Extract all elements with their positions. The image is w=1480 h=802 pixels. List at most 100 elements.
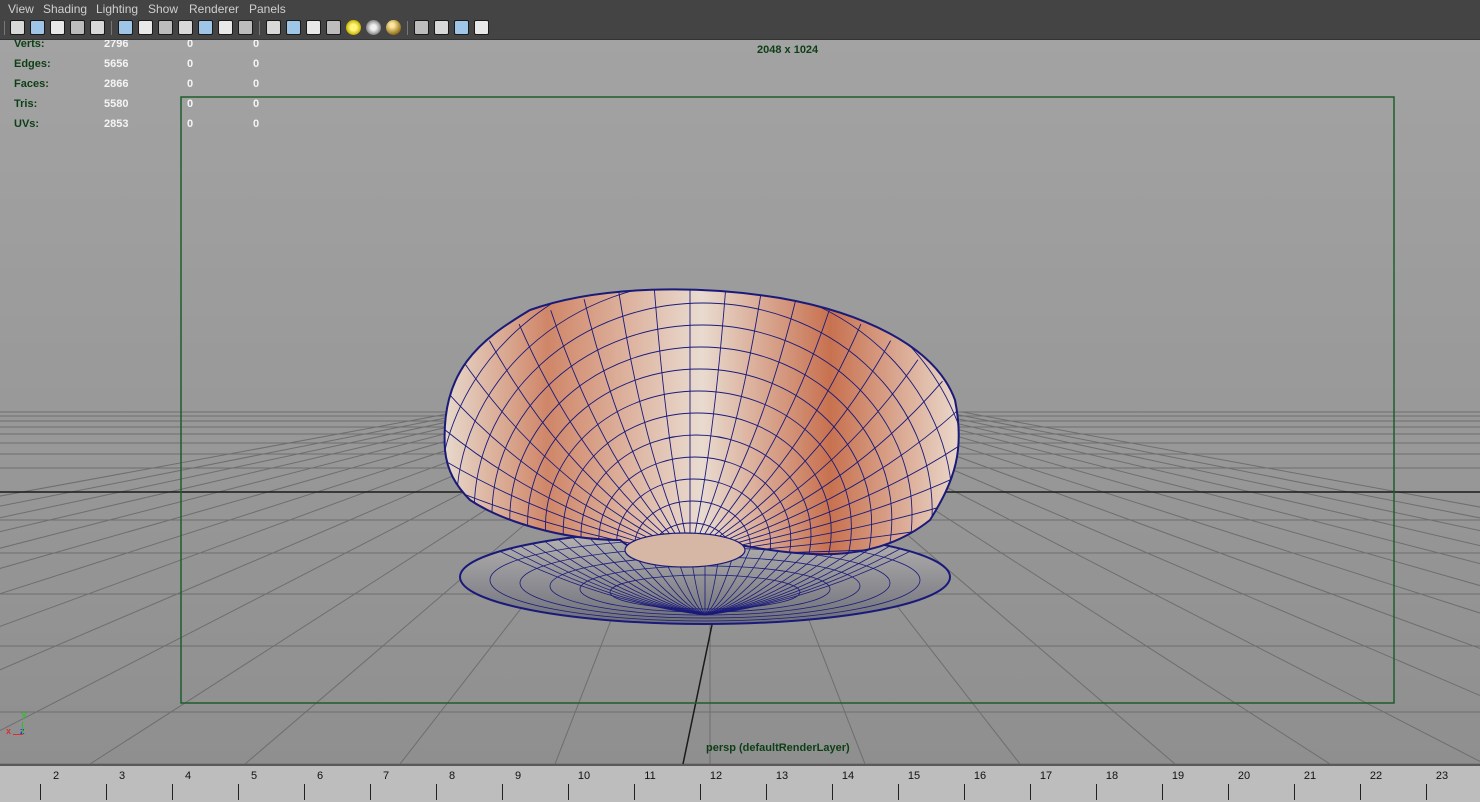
resolution-gate-icon[interactable]	[158, 20, 173, 35]
default-lighting-icon[interactable]	[346, 20, 361, 35]
timeline-tick-label: 6	[316, 770, 324, 782]
timeline-tick	[634, 784, 635, 800]
film-gate-icon[interactable]	[138, 20, 153, 35]
image-plane-icon[interactable]	[70, 20, 85, 35]
isolate-select-icon[interactable]	[414, 20, 429, 35]
xray-icon[interactable]	[434, 20, 449, 35]
menu-renderer[interactable]: Renderer	[189, 2, 239, 16]
timeline-tick-label: 19	[1171, 770, 1185, 782]
timeline-tick	[1096, 784, 1097, 800]
xray-joints-icon[interactable]	[454, 20, 469, 35]
timeline-tick	[568, 784, 569, 800]
timeline-tick-label: 14	[841, 770, 855, 782]
timeline-tick	[238, 784, 239, 800]
hud-edges-selected: 0	[187, 58, 194, 70]
timeline-tick	[766, 784, 767, 800]
hud-edges-value: 5656	[104, 58, 129, 70]
axis-x-label: x	[6, 726, 12, 736]
timeline-tick-label: 7	[382, 770, 390, 782]
hud-uvs-label: UVs:	[14, 118, 40, 130]
hud-faces-value: 2866	[104, 78, 129, 90]
timeline-tick	[106, 784, 107, 800]
timeline-tick-label: 18	[1105, 770, 1119, 782]
select-camera-icon[interactable]	[10, 20, 25, 35]
timeline-tick-label: 2	[52, 770, 60, 782]
all-lights-icon[interactable]	[366, 20, 381, 35]
timeline-tick-label: 10	[577, 770, 591, 782]
timeline-tick	[436, 784, 437, 800]
timeline-tick-label: 17	[1039, 770, 1053, 782]
hud-edges-selected-alt: 0	[253, 58, 260, 70]
grid-icon[interactable]	[118, 20, 133, 35]
panel-toolbar	[0, 17, 1480, 40]
timeline-tick-label: 4	[184, 770, 192, 782]
backface-culling-icon[interactable]	[474, 20, 489, 35]
resolution-readout: 2048 x 1024	[757, 44, 819, 56]
timeline-tick	[502, 784, 503, 800]
timeline-tick	[1360, 784, 1361, 800]
wireframe-on-shaded-icon[interactable]	[306, 20, 321, 35]
timeline-tick-label: 20	[1237, 770, 1251, 782]
menu-show[interactable]: Show	[148, 2, 178, 16]
timeline-tick	[898, 784, 899, 800]
textured-icon[interactable]	[326, 20, 341, 35]
timeline-tick	[1294, 784, 1295, 800]
hud-uvs-selected-alt: 0	[253, 118, 260, 130]
menu-shading[interactable]: Shading	[43, 2, 87, 16]
hud-uvs-value: 2853	[104, 118, 129, 130]
timeline-tick-label: 21	[1303, 770, 1317, 782]
hud-edges-label: Edges:	[14, 58, 51, 70]
2d-pan-zoom-icon[interactable]	[90, 20, 105, 35]
timeline-tick-label: 9	[514, 770, 522, 782]
wireframe-icon[interactable]	[266, 20, 281, 35]
timeline-tick-label: 8	[448, 770, 456, 782]
timeline-tick	[832, 784, 833, 800]
time-slider[interactable]: 2 3 4 5 6 7 8 9 10 11 12 13 14 15 16 17 18 19 20 21 22 23	[0, 764, 1480, 802]
timeline-tick-label: 12	[709, 770, 723, 782]
hud-tris-label: Tris:	[14, 98, 38, 110]
menu-lighting[interactable]: Lighting	[96, 2, 138, 16]
hud-verts-label: Verts:	[14, 40, 45, 50]
perspective-viewport[interactable]: Verts: 2796 0 0 Edges: 5656 0 0 Faces: 2…	[0, 40, 1480, 764]
hud-tris-selected: 0	[187, 98, 194, 110]
menu-view[interactable]: View	[8, 2, 34, 16]
timeline-tick	[1030, 784, 1031, 800]
hud-uvs-selected: 0	[187, 118, 194, 130]
timeline-tick	[1426, 784, 1427, 800]
hud-tris-selected-alt: 0	[253, 98, 260, 110]
hud-faces-label: Faces:	[14, 78, 49, 90]
smooth-shade-icon[interactable]	[286, 20, 301, 35]
timeline-tick	[700, 784, 701, 800]
timeline-tick	[1162, 784, 1163, 800]
timeline-tick-label: 16	[973, 770, 987, 782]
hud-faces-selected-alt: 0	[253, 78, 260, 90]
hud-faces-selected: 0	[187, 78, 194, 90]
hud-tris-value: 5580	[104, 98, 129, 110]
timeline-tick-label: 3	[118, 770, 126, 782]
shadows-icon[interactable]	[386, 20, 401, 35]
gate-mask-icon[interactable]	[178, 20, 193, 35]
menu-bar: View Shading Lighting Show Renderer Pane…	[0, 0, 1480, 17]
timeline-tick	[40, 784, 41, 800]
timeline-tick	[304, 784, 305, 800]
timeline-tick-label: 23	[1435, 770, 1449, 782]
camera-label: persp (defaultRenderLayer)	[706, 742, 850, 754]
scene	[0, 40, 1480, 764]
camera-attributes-icon[interactable]	[30, 20, 45, 35]
axis-y-label: Y	[21, 711, 28, 721]
hud-verts-value: 2796	[104, 40, 129, 50]
hud-verts-selected: 0	[187, 40, 194, 50]
safe-action-icon[interactable]	[218, 20, 233, 35]
timeline-tick	[964, 784, 965, 800]
bookmarks-icon[interactable]	[50, 20, 65, 35]
hud-verts-selected-alt: 0	[253, 40, 260, 50]
timeline-tick-label: 11	[644, 770, 656, 782]
timeline-tick	[1228, 784, 1229, 800]
safe-title-icon[interactable]	[238, 20, 253, 35]
timeline-tick	[370, 784, 371, 800]
timeline-tick-label: 15	[907, 770, 921, 782]
field-chart-icon[interactable]	[198, 20, 213, 35]
timeline-tick	[172, 784, 173, 800]
menu-panels[interactable]: Panels	[249, 2, 286, 16]
timeline-tick-label: 5	[250, 770, 258, 782]
